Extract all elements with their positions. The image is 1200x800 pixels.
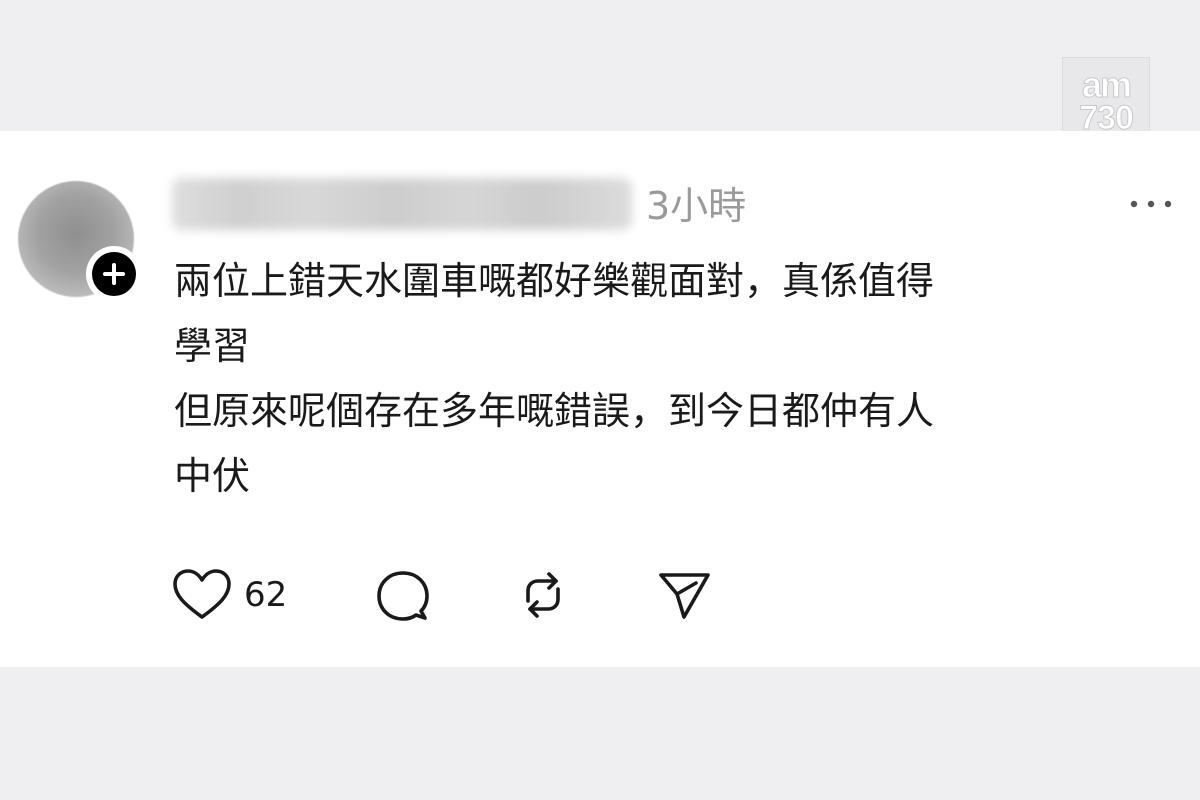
- reply-button[interactable]: [374, 567, 432, 623]
- post-timestamp: 3小時: [646, 184, 747, 228]
- repost-icon: [526, 572, 560, 618]
- share-button[interactable]: [656, 567, 714, 623]
- post-line: 學習: [174, 324, 251, 368]
- repost-button[interactable]: [514, 567, 572, 623]
- like-count: 62: [244, 575, 288, 615]
- watermark-line2: 730: [1079, 98, 1135, 137]
- post-line: 兩位上錯天水圍車嘅都好樂觀面對，真係值得: [174, 259, 935, 303]
- post-body: 兩位上錯天水圍車嘅都好樂觀面對，真係值得 學習 但原來呢個存在多年嘅錯誤，到今日…: [174, 249, 1154, 509]
- plus-icon: [92, 252, 136, 296]
- follow-button[interactable]: [86, 246, 142, 302]
- send-icon: [659, 573, 710, 619]
- heart-icon: [173, 569, 231, 619]
- username-blurred[interactable]: [172, 178, 632, 230]
- watermark-line1: am: [1081, 63, 1132, 105]
- post-line: 中伏: [174, 454, 251, 498]
- post-line: 但原來呢個存在多年嘅錯誤，到今日都仲有人: [174, 389, 935, 433]
- more-options-button[interactable]: [1126, 189, 1176, 219]
- post-card: 3小時 兩位上錯天水圍車嘅都好樂觀面對，真係值得 學習 但原來呢個存在多年嘅錯誤…: [0, 131, 1200, 667]
- more-options-icon: [1130, 200, 1172, 208]
- comment-icon: [377, 571, 429, 621]
- like-button[interactable]: 62: [172, 567, 287, 623]
